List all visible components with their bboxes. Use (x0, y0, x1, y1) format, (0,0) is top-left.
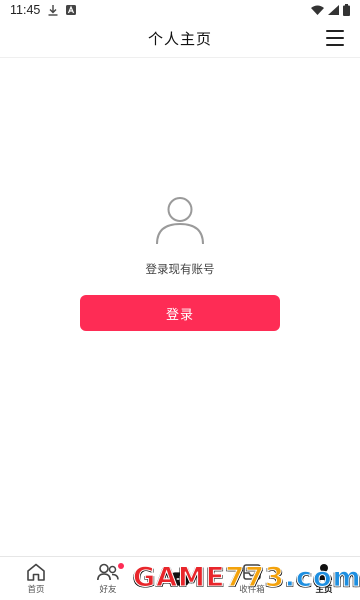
nav-item-profile[interactable]: 主页 (288, 557, 360, 600)
user-avatar-icon (155, 196, 205, 246)
bottom-nav: 首页 好友 收件箱 主页 (0, 556, 360, 600)
friends-badge-dot (118, 563, 124, 569)
wifi-icon (311, 5, 324, 15)
battery-icon (343, 4, 350, 16)
nav-item-add[interactable] (144, 557, 216, 600)
status-bar: 11:45 (0, 0, 360, 20)
nav-item-home[interactable]: 首页 (0, 557, 72, 600)
status-right (311, 4, 350, 16)
status-time: 11:45 (10, 3, 41, 17)
header: 个人主页 (0, 20, 360, 58)
nav-label-inbox: 收件箱 (239, 585, 265, 595)
home-icon (25, 562, 47, 582)
nav-item-inbox[interactable]: 收件箱 (216, 557, 288, 600)
menu-line (326, 37, 344, 39)
signal-icon (328, 5, 339, 15)
profile-icon (313, 562, 335, 582)
nav-label-home: 首页 (27, 585, 45, 595)
nav-label-friends: 好友 (99, 585, 117, 595)
app-a-icon (66, 5, 77, 15)
page-title: 个人主页 (147, 30, 212, 48)
download-icon (48, 4, 58, 16)
login-hint: 登录现有账号 (145, 262, 215, 276)
add-icon (169, 569, 191, 589)
profile-main: 登录现有账号 登录 (0, 58, 360, 556)
inbox-icon (241, 562, 263, 582)
status-left: 11:45 (10, 3, 77, 17)
login-button[interactable]: 登录 (80, 295, 280, 331)
nav-item-friends[interactable]: 好友 (72, 557, 144, 600)
friends-icon (97, 562, 119, 582)
menu-line (326, 44, 344, 46)
menu-line (326, 30, 344, 32)
nav-label-profile: 主页 (315, 585, 333, 595)
hamburger-menu-icon[interactable] (326, 30, 344, 46)
